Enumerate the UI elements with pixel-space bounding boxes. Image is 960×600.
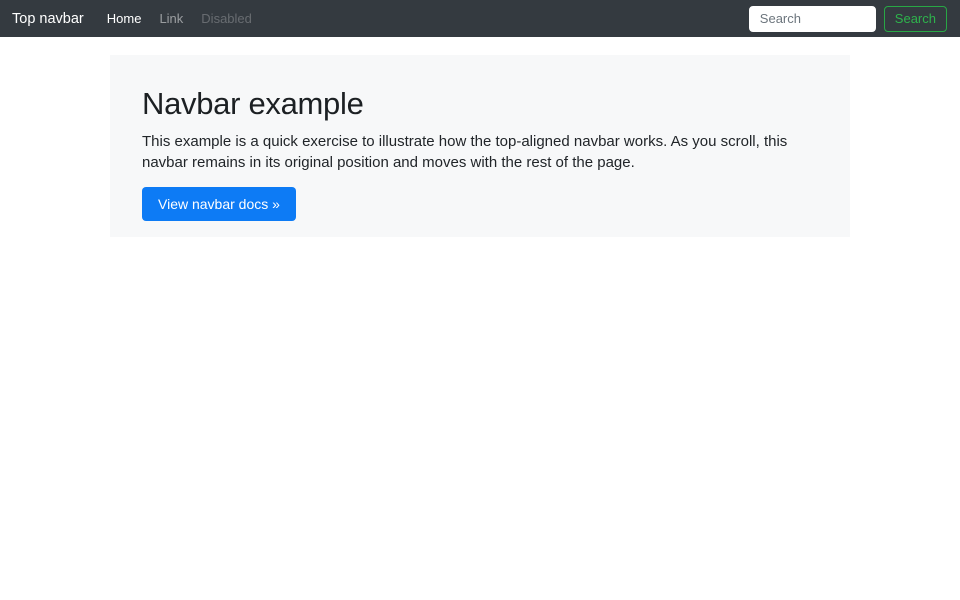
jumbotron: Navbar example This example is a quick e… bbox=[110, 55, 850, 237]
jumbotron-description: This example is a quick exercise to illu… bbox=[142, 133, 788, 171]
main-container: Navbar example This example is a quick e… bbox=[0, 37, 960, 237]
nav-link-disabled: Disabled bbox=[201, 10, 252, 26]
nav-item-link: Link bbox=[150, 10, 192, 28]
top-navbar: Top navbar Home Link Disabled Search bbox=[0, 0, 960, 37]
nav-item-disabled: Disabled bbox=[192, 10, 261, 28]
nav-item-home: Home bbox=[98, 10, 151, 28]
navbar-search-form: Search bbox=[748, 5, 947, 32]
view-navbar-docs-button[interactable]: View navbar docs » bbox=[142, 187, 296, 221]
search-button[interactable]: Search bbox=[883, 5, 947, 32]
navbar-brand[interactable]: Top navbar bbox=[12, 11, 84, 27]
nav-link-home[interactable]: Home bbox=[98, 11, 151, 26]
page-title: Navbar example bbox=[142, 86, 364, 121]
search-input[interactable] bbox=[748, 5, 876, 32]
nav-link-link[interactable]: Link bbox=[150, 11, 192, 26]
navbar-nav: Home Link Disabled bbox=[98, 10, 261, 28]
